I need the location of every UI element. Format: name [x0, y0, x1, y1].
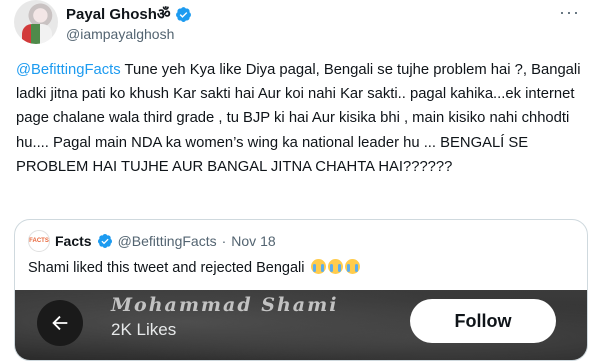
quoted-tweet-body: Shami liked this tweet and rejected Beng…: [28, 260, 305, 276]
back-button[interactable]: [37, 300, 83, 346]
tweet-text: @BefittingFacts Tune yeh Kya like Diya p…: [16, 58, 588, 179]
author-display-name[interactable]: Payal Ghoshॐ: [66, 4, 171, 24]
arrow-left-icon: [52, 315, 68, 331]
follow-button[interactable]: Follow: [410, 299, 556, 343]
media-likes-count: 2K Likes: [111, 320, 177, 339]
media-profile-title: Mohammad Shami: [111, 294, 339, 316]
quoted-author-handle[interactable]: @BefittingFacts: [118, 233, 217, 249]
quoted-tweet-date[interactable]: Nov 18: [231, 233, 275, 249]
author-avatar[interactable]: [14, 0, 58, 44]
avatar-image: [22, 24, 52, 44]
tweet-body: Tune yeh Kya like Diya pagal, Bengali se…: [16, 62, 581, 175]
tweet-mention-link[interactable]: @BefittingFacts: [16, 62, 121, 78]
author-handle[interactable]: @iampayalghosh: [66, 26, 174, 42]
quoted-tweet-text: Shami liked this tweet and rejected Beng…: [28, 259, 360, 276]
more-options-icon[interactable]: ···: [559, 2, 580, 23]
quoted-tweet-card[interactable]: FACTS Facts @BefittingFacts · Nov 18 Sha…: [14, 219, 588, 361]
quoted-author-avatar[interactable]: FACTS: [28, 230, 50, 252]
crying-face-emoji-icon: [310, 259, 326, 274]
author-name-row: Payal Ghoshॐ: [66, 3, 192, 25]
quoted-tweet-header: FACTS Facts @BefittingFacts · Nov 18: [28, 230, 276, 252]
verified-badge-icon: [175, 6, 191, 22]
meta-separator: ·: [221, 233, 227, 249]
verified-badge-icon: [97, 234, 112, 248]
quoted-author-name[interactable]: Facts: [55, 233, 92, 249]
crying-face-emoji-icon: [327, 259, 343, 274]
crying-face-emoji-icon: [344, 259, 360, 274]
quoted-media-screenshot[interactable]: Mohammad Shami 2K Likes Follow: [15, 290, 587, 360]
